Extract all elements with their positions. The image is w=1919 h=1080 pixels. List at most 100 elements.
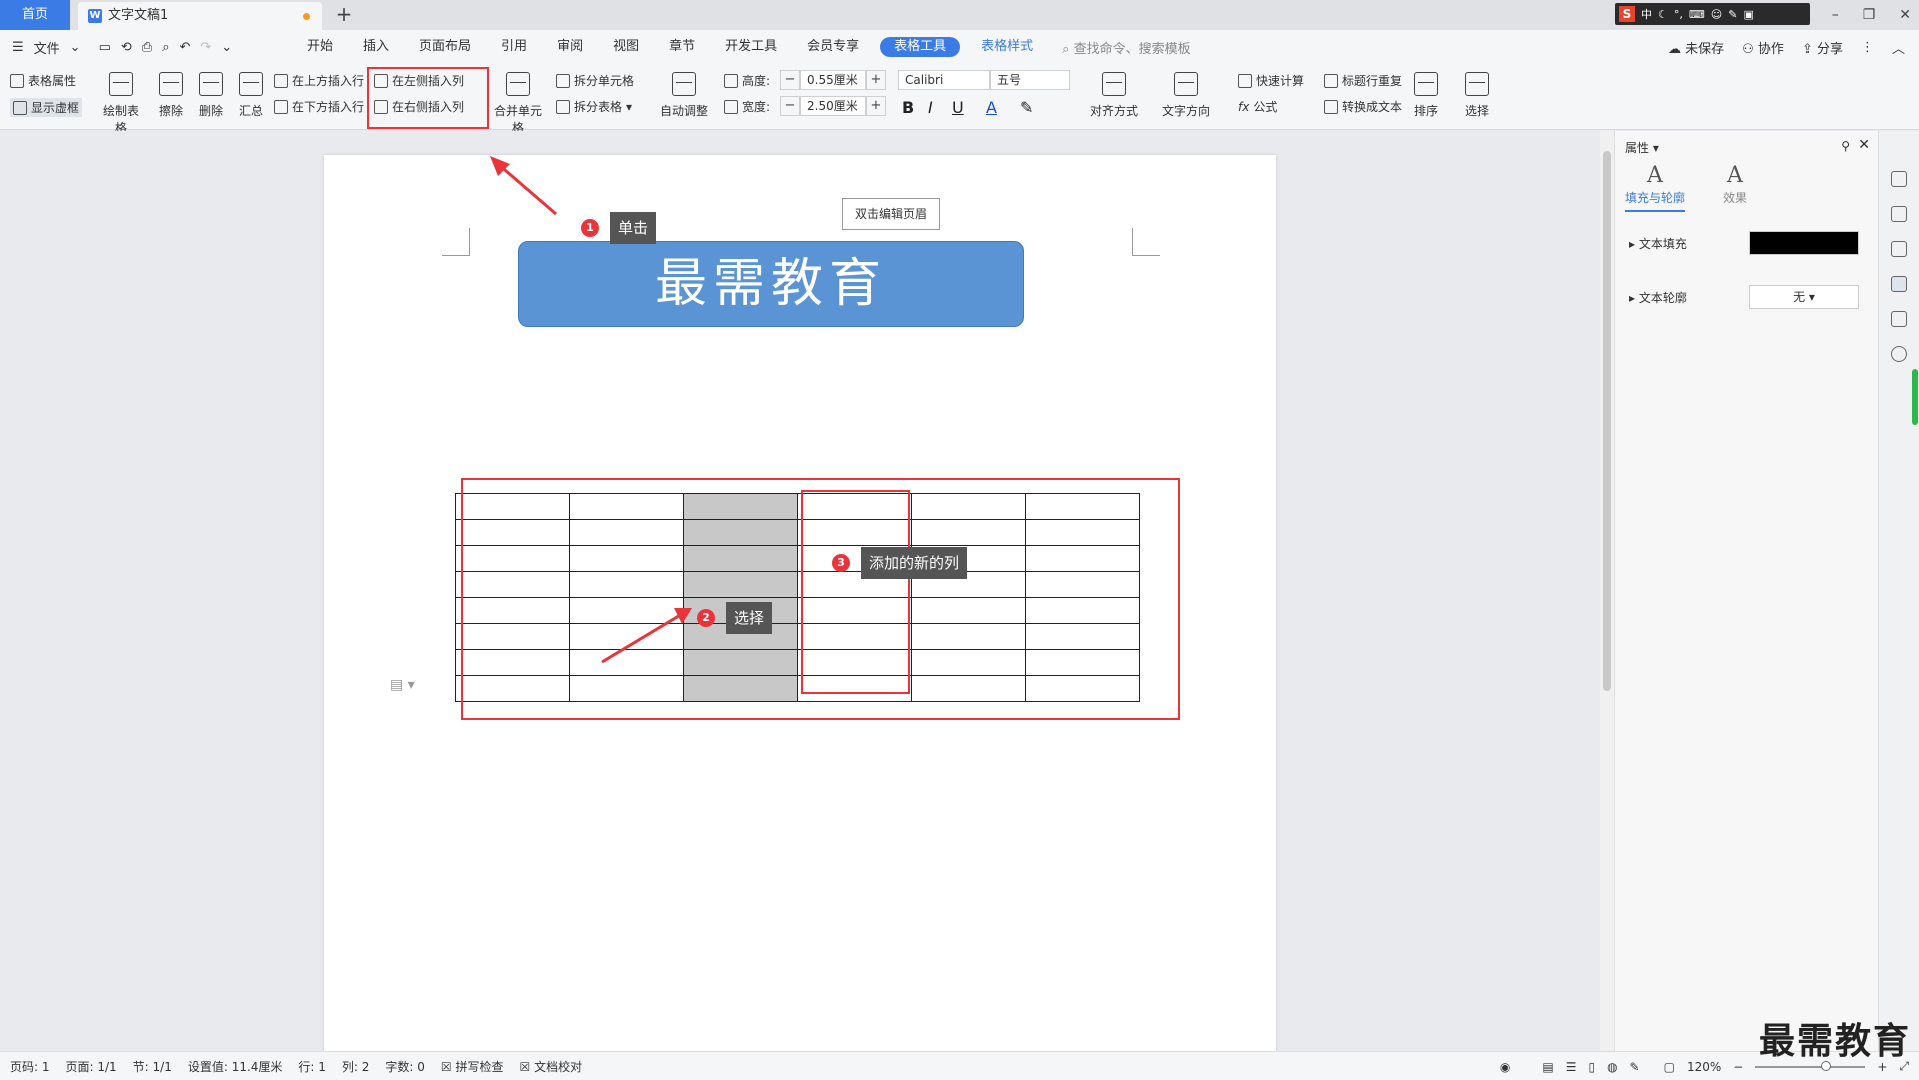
- page-view-icon[interactable]: ▤: [1542, 1060, 1553, 1074]
- share-button[interactable]: ⇪ 分享: [1802, 38, 1843, 57]
- scrollbar-thumb[interactable]: [1603, 151, 1611, 691]
- zoom-out-button[interactable]: −: [1733, 1060, 1743, 1074]
- redo-icon[interactable]: ↷: [200, 40, 211, 55]
- format-painter-icon[interactable]: ⟲: [121, 40, 132, 55]
- tab-references[interactable]: 引用: [486, 30, 542, 64]
- tab-start[interactable]: 开始: [292, 30, 348, 64]
- status-word-count[interactable]: 字数: 0: [385, 1058, 425, 1075]
- repeat-header-button[interactable]: 标题行重复: [1324, 72, 1402, 89]
- more-menu-icon[interactable]: ⋮: [1861, 40, 1874, 55]
- archive-icon[interactable]: [1891, 311, 1907, 327]
- draw-table-button[interactable]: 绘制表格: [98, 70, 144, 136]
- tab-table-tools[interactable]: 表格工具: [880, 37, 961, 57]
- undo-icon[interactable]: ↶: [179, 40, 190, 55]
- tab-table-style[interactable]: 表格样式: [966, 30, 1048, 64]
- summary-button[interactable]: 汇总: [228, 70, 274, 119]
- fit-page-icon[interactable]: ▢: [1664, 1060, 1675, 1074]
- show-gridlines-button[interactable]: 显示虚框: [10, 98, 83, 117]
- tab-member[interactable]: 会员专享: [792, 30, 874, 64]
- width-input[interactable]: 2.50厘米: [800, 96, 866, 116]
- tab-effect[interactable]: A 效果: [1705, 163, 1765, 212]
- highlight-button[interactable]: ✎: [1020, 98, 1033, 117]
- tab-home[interactable]: 首页: [0, 0, 70, 30]
- reading-view-icon[interactable]: ▯: [1588, 1060, 1595, 1074]
- insert-row-below-button[interactable]: 在下方插入行: [274, 98, 364, 115]
- text-fill-color-picker[interactable]: [1749, 231, 1859, 255]
- text-fill-row[interactable]: ▸ 文本填充: [1629, 235, 1687, 252]
- tab-fill-outline[interactable]: A 填充与轮廓: [1625, 163, 1685, 212]
- moon-icon[interactable]: ☾: [1658, 8, 1668, 21]
- doc-proof-button[interactable]: ☒ 文档校对: [520, 1058, 583, 1075]
- skin-icon[interactable]: ▣: [1743, 8, 1753, 21]
- italic-button[interactable]: I: [928, 98, 933, 117]
- chevron-down-icon[interactable]: ⌄: [70, 40, 81, 55]
- auto-fit-button[interactable]: 自动调整: [658, 70, 710, 119]
- pin-icon[interactable]: ⚲: [1841, 139, 1850, 153]
- cursor-icon[interactable]: [1891, 241, 1907, 257]
- file-menu[interactable]: 文件: [34, 38, 60, 57]
- more-icon[interactable]: ⌄: [221, 40, 232, 55]
- tab-chapter[interactable]: 章节: [654, 30, 710, 64]
- font-color-button[interactable]: A: [986, 98, 997, 117]
- formula-button[interactable]: fx 公式: [1238, 98, 1277, 115]
- select-button[interactable]: 选择: [1454, 70, 1500, 119]
- new-tab-button[interactable]: +: [332, 0, 356, 30]
- text-direction-button[interactable]: 文字方向: [1158, 70, 1214, 119]
- tab-insert[interactable]: 插入: [348, 30, 404, 64]
- text-outline-row[interactable]: ▸ 文本轮廓: [1629, 289, 1687, 306]
- align-button[interactable]: 对齐方式: [1086, 70, 1142, 119]
- print-icon[interactable]: ⎙: [142, 40, 152, 55]
- paragraph-layout-icon[interactable]: ▤ ▾: [390, 677, 415, 693]
- tab-page-layout[interactable]: 页面布局: [404, 30, 486, 64]
- tab-developer[interactable]: 开发工具: [710, 30, 792, 64]
- unsaved-button[interactable]: ☁ 未保存: [1668, 38, 1724, 57]
- merge-cells-button[interactable]: 合并单元格: [492, 70, 544, 136]
- wrench-icon[interactable]: ✎: [1728, 8, 1737, 21]
- punct-icon[interactable]: °,: [1674, 8, 1683, 21]
- eye-icon[interactable]: ◉: [1500, 1060, 1510, 1074]
- spell-check-button[interactable]: ☒ 拼写检查: [441, 1058, 504, 1075]
- ime-mode[interactable]: 中: [1641, 6, 1652, 22]
- insert-row-above-button[interactable]: 在上方插入行: [274, 72, 364, 89]
- ime-toolbar[interactable]: S 中 ☾ °, ⌨ ☺ ✎ ▣: [1615, 3, 1810, 25]
- font-name-select[interactable]: Calibri: [898, 70, 990, 90]
- width-decrement[interactable]: −: [780, 96, 800, 116]
- height-increment[interactable]: +: [866, 70, 886, 90]
- bold-button[interactable]: B: [902, 98, 914, 117]
- edit-view-icon[interactable]: ✎: [1630, 1060, 1640, 1074]
- height-input[interactable]: 0.55厘米: [800, 70, 866, 90]
- banner-shape[interactable]: 最需教育: [518, 241, 1024, 327]
- rocket-icon[interactable]: [1891, 171, 1907, 187]
- keyboard-icon[interactable]: ⌨: [1689, 8, 1705, 21]
- vertical-scrollbar[interactable]: [1600, 131, 1614, 1051]
- zoom-level[interactable]: 120%: [1687, 1060, 1721, 1074]
- height-decrement[interactable]: −: [780, 70, 800, 90]
- font-size-select[interactable]: 五号: [990, 70, 1070, 90]
- help-icon[interactable]: [1891, 346, 1907, 362]
- sidebar-scroll-indicator[interactable]: [1912, 369, 1918, 425]
- user-icon[interactable]: ☺: [1711, 8, 1722, 21]
- header-edit-hint[interactable]: 双击编辑页眉: [842, 198, 940, 230]
- tab-review[interactable]: 审阅: [542, 30, 598, 64]
- sort-button[interactable]: 排序: [1404, 70, 1448, 119]
- zoom-slider[interactable]: [1755, 1060, 1866, 1071]
- quick-calc-button[interactable]: 快速计算: [1238, 72, 1304, 89]
- width-increment[interactable]: +: [866, 96, 886, 116]
- text-outline-select[interactable]: 无 ▾: [1749, 285, 1859, 309]
- minimize-icon[interactable]: –: [1832, 7, 1839, 23]
- restore-icon[interactable]: ❐: [1863, 7, 1876, 23]
- close-icon[interactable]: ✕: [1858, 137, 1870, 153]
- collab-button[interactable]: ⚇ 协作: [1742, 38, 1784, 57]
- pen-icon[interactable]: [1891, 206, 1907, 222]
- hamburger-icon[interactable]: ☰: [12, 40, 24, 55]
- close-icon[interactable]: ✕: [1899, 7, 1911, 23]
- properties-title[interactable]: 属性 ▾: [1625, 139, 1659, 156]
- split-table-button[interactable]: 拆分表格 ▾: [556, 98, 632, 115]
- print-preview-icon[interactable]: ⌕: [162, 40, 169, 55]
- command-search[interactable]: ⌕ 查找命令、搜索模板: [1062, 38, 1190, 57]
- properties-icon[interactable]: [1891, 276, 1907, 292]
- outline-view-icon[interactable]: ☰: [1566, 1060, 1577, 1074]
- split-cells-button[interactable]: 拆分单元格: [556, 72, 634, 89]
- tab-view[interactable]: 视图: [598, 30, 654, 64]
- convert-to-text-button[interactable]: 转换成文本: [1324, 98, 1402, 115]
